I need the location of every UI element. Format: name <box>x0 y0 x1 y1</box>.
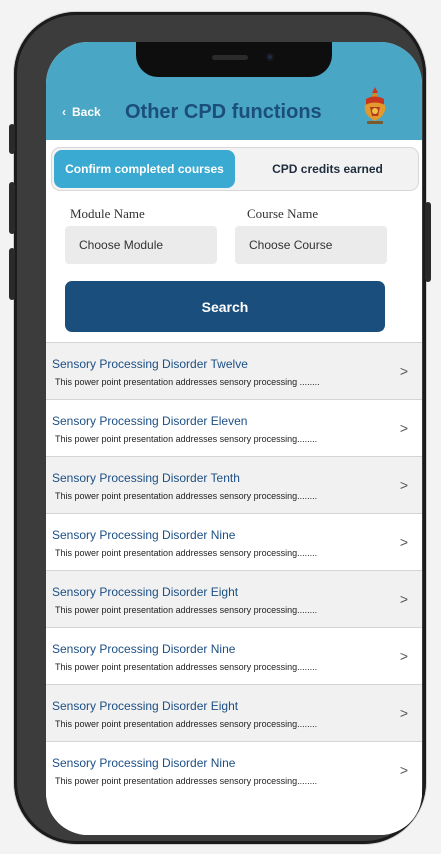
list-item[interactable]: Sensory Processing Disorder Twelve This … <box>46 342 422 399</box>
side-button-left-2 <box>9 182 15 234</box>
item-title: Sensory Processing Disorder Eleven <box>52 414 248 428</box>
item-description: This power point presentation addresses … <box>55 434 318 444</box>
item-description: This power point presentation addresses … <box>55 548 318 558</box>
item-title: Sensory Processing Disorder Eight <box>52 699 239 713</box>
speaker-grille <box>212 55 248 60</box>
course-name-label: Course Name <box>247 206 319 221</box>
item-description: This power point presentation addresses … <box>55 605 318 615</box>
phone-notch <box>136 42 332 77</box>
search-button[interactable]: Search <box>65 281 385 332</box>
item-title: Sensory Processing Disorder Tenth <box>52 471 240 485</box>
list-item[interactable]: Sensory Processing Disorder Nine This po… <box>46 741 422 798</box>
item-description: This power point presentation addresses … <box>55 776 318 786</box>
chevron-right-icon: > <box>399 420 408 436</box>
module-name-label: Module Name <box>70 206 145 221</box>
side-button-left-3 <box>9 248 15 300</box>
chevron-left-icon: ‹ <box>62 105 66 119</box>
chevron-right-icon: > <box>399 477 408 493</box>
front-camera <box>266 53 274 61</box>
crest-logo-icon <box>364 87 386 124</box>
back-button[interactable]: ‹ Back <box>62 105 101 119</box>
back-label: Back <box>72 105 101 119</box>
side-button-right <box>425 202 431 282</box>
item-title: Sensory Processing Disorder Nine <box>52 756 236 770</box>
chevron-right-icon: > <box>399 591 408 607</box>
phone-frame: ‹ Back Other CPD functions Confirm compl… <box>9 12 431 844</box>
list-item[interactable]: Sensory Processing Disorder Eight This p… <box>46 684 422 741</box>
list-item[interactable]: Sensory Processing Disorder Eleven This … <box>46 399 422 456</box>
list-item[interactable]: Sensory Processing Disorder Nine This po… <box>46 627 422 684</box>
list-item[interactable]: Sensory Processing Disorder Eight This p… <box>46 570 422 627</box>
item-description: This power point presentation addresses … <box>55 377 320 387</box>
item-description: This power point presentation addresses … <box>55 491 318 501</box>
item-description: This power point presentation addresses … <box>55 662 318 672</box>
item-title: Sensory Processing Disorder Nine <box>52 528 236 542</box>
module-select[interactable]: Choose Module <box>65 226 217 264</box>
page-title: Other CPD functions <box>125 101 322 123</box>
course-select[interactable]: Choose Course <box>235 226 387 264</box>
app-header: ‹ Back Other CPD functions <box>46 42 422 140</box>
tab-confirm-completed-courses[interactable]: Confirm completed courses <box>54 150 235 188</box>
app-screen: ‹ Back Other CPD functions Confirm compl… <box>46 42 422 835</box>
tab-cpd-credits-earned[interactable]: CPD credits earned <box>237 148 418 190</box>
item-title: Sensory Processing Disorder Nine <box>52 642 236 656</box>
course-list: Sensory Processing Disorder Twelve This … <box>46 342 422 798</box>
item-title: Sensory Processing Disorder Eight <box>52 585 239 599</box>
chevron-right-icon: > <box>399 705 408 721</box>
chevron-right-icon: > <box>399 762 408 778</box>
chevron-right-icon: > <box>399 363 408 379</box>
item-title: Sensory Processing Disorder Twelve <box>52 357 248 371</box>
chevron-right-icon: > <box>399 534 408 550</box>
side-button-left-1 <box>9 124 15 154</box>
tab-bar: Confirm completed courses CPD credits ea… <box>52 148 418 190</box>
list-item[interactable]: Sensory Processing Disorder Tenth This p… <box>46 456 422 513</box>
list-item[interactable]: Sensory Processing Disorder Nine This po… <box>46 513 422 570</box>
item-description: This power point presentation addresses … <box>55 719 318 729</box>
chevron-right-icon: > <box>399 648 408 664</box>
bottom-safe-area <box>46 804 422 835</box>
